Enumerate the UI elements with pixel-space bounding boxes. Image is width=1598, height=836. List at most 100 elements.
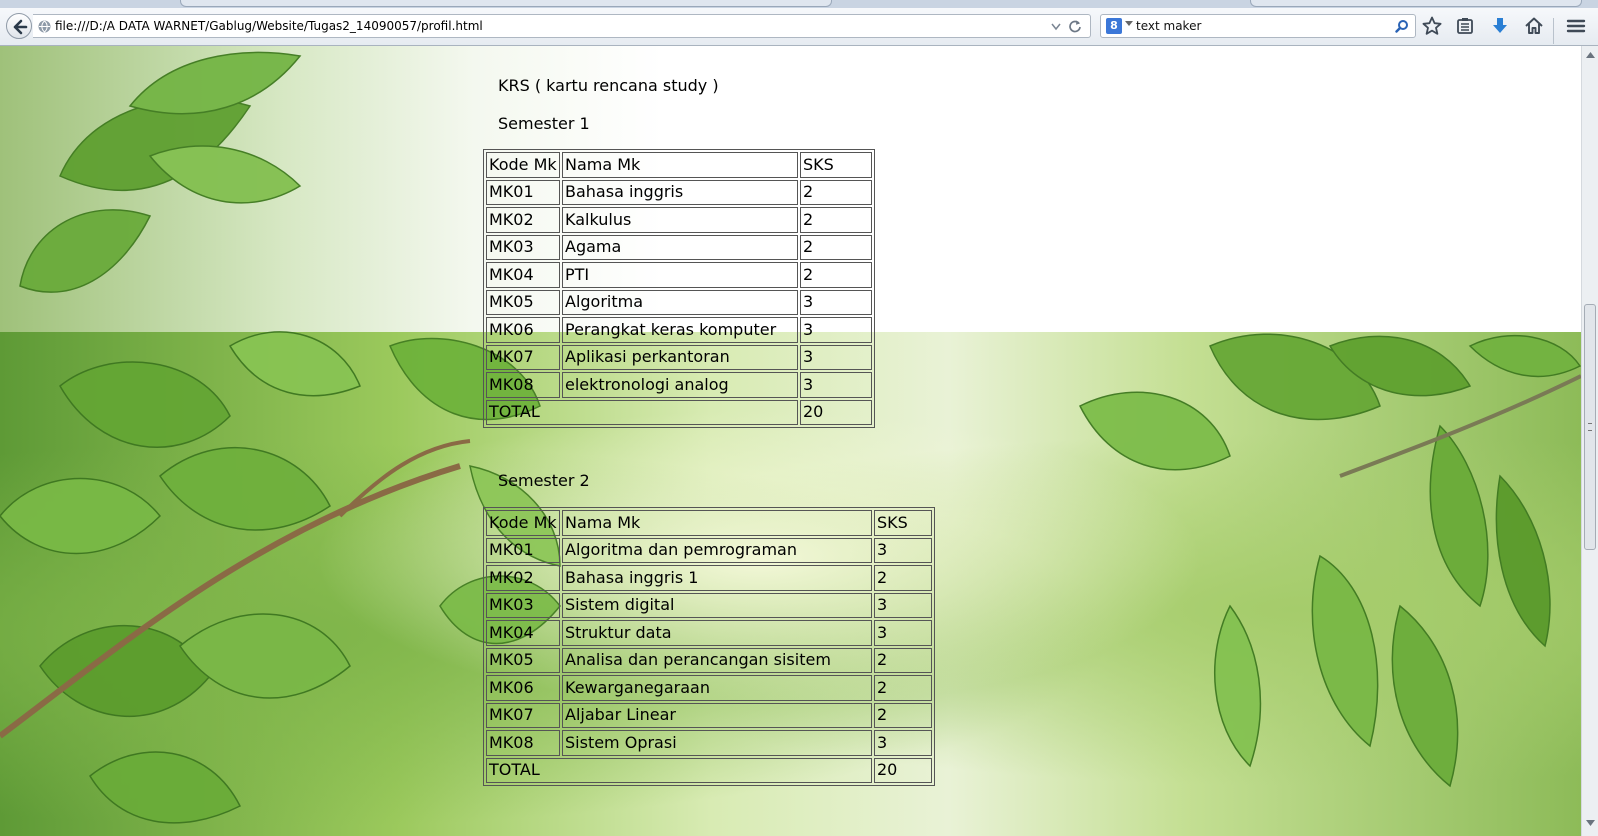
nama-cell: Sistem digital xyxy=(562,592,872,618)
column-header: SKS xyxy=(874,510,932,536)
bookmark-star-icon[interactable] xyxy=(1421,15,1443,37)
nama-cell: Kewarganegaraan xyxy=(562,675,872,701)
kode-cell: MK03 xyxy=(486,234,560,260)
sks-cell: 2 xyxy=(800,262,872,288)
nama-cell: Aplikasi perkantoran xyxy=(562,344,798,370)
column-header: Kode Mk xyxy=(486,152,560,178)
nama-cell: elektronologi analog xyxy=(562,372,798,398)
dropmarker-icon[interactable] xyxy=(1050,19,1062,33)
column-header: Nama Mk xyxy=(562,152,798,178)
site-identity-icon[interactable] xyxy=(38,20,51,33)
kode-cell: MK02 xyxy=(486,207,560,233)
nama-cell: Analisa dan perancangan sisitem xyxy=(562,647,872,673)
column-header: SKS xyxy=(800,152,872,178)
sks-cell: 3 xyxy=(800,289,872,315)
kode-cell: MK01 xyxy=(486,179,560,205)
kode-cell: MK05 xyxy=(486,289,560,315)
kode-cell: MK06 xyxy=(486,675,560,701)
nama-cell: Aljabar Linear xyxy=(562,702,872,728)
download-icon[interactable] xyxy=(1489,15,1511,37)
sks-cell: 3 xyxy=(874,537,932,563)
tab-strip xyxy=(0,0,1598,8)
navigation-toolbar: file:///D:/A DATA WARNET/Gablug/Website/… xyxy=(0,8,1598,46)
kode-cell: MK08 xyxy=(486,372,560,398)
search-engine-icon[interactable]: 8 xyxy=(1106,18,1122,34)
sks-cell: 2 xyxy=(874,565,932,591)
table-total-row: TOTAL 20 xyxy=(486,757,932,783)
url-bar[interactable]: file:///D:/A DATA WARNET/Gablug/Website/… xyxy=(33,14,1091,38)
tab[interactable] xyxy=(180,0,832,7)
nama-cell: Algoritma xyxy=(562,289,798,315)
kode-cell: MK08 xyxy=(486,730,560,756)
table-row: MK08 Sistem Oprasi 3 xyxy=(486,730,932,756)
sks-cell: 2 xyxy=(800,179,872,205)
table-row: MK07 Aljabar Linear 2 xyxy=(486,702,932,728)
sks-cell: 3 xyxy=(874,730,932,756)
table-row: MK01 Bahasa inggris 2 xyxy=(486,179,872,205)
table-row: MK06 Perangkat keras komputer 3 xyxy=(486,317,872,343)
kode-cell: MK02 xyxy=(486,565,560,591)
nama-cell: Agama xyxy=(562,234,798,260)
page-viewport: KRS ( kartu rencana study ) Semester 1 K… xyxy=(0,46,1581,836)
semester-2-table: Kode Mk Nama Mk SKS MK01 Algoritma dan pe… xyxy=(483,507,935,786)
kode-cell: MK04 xyxy=(486,262,560,288)
sks-cell: 2 xyxy=(800,207,872,233)
search-input[interactable]: text maker xyxy=(1136,18,1201,34)
scrollbar-grip xyxy=(1588,423,1592,431)
reload-icon[interactable] xyxy=(1068,19,1082,33)
sks-cell: 3 xyxy=(800,344,872,370)
sks-cell: 2 xyxy=(874,647,932,673)
search-go-icon[interactable] xyxy=(1395,19,1409,33)
table-row: MK06 Kewarganegaraan 2 xyxy=(486,675,932,701)
table-row: MK04 PTI 2 xyxy=(486,262,872,288)
table-header-row: Kode Mk Nama Mk SKS xyxy=(486,510,932,536)
url-text[interactable]: file:///D:/A DATA WARNET/Gablug/Website/… xyxy=(55,18,483,34)
scroll-down-arrow-icon[interactable] xyxy=(1586,820,1595,826)
table-row: MK02 Kalkulus 2 xyxy=(486,207,872,233)
kode-cell: MK03 xyxy=(486,592,560,618)
nama-cell: Bahasa inggris 1 xyxy=(562,565,872,591)
total-value: 20 xyxy=(874,757,932,783)
sks-cell: 2 xyxy=(874,675,932,701)
sks-cell: 2 xyxy=(800,234,872,260)
tab[interactable] xyxy=(1250,0,1582,7)
table-row: MK01 Algoritma dan pemrograman 3 xyxy=(486,537,932,563)
sks-cell: 3 xyxy=(874,592,932,618)
sks-cell: 3 xyxy=(800,372,872,398)
menu-icon[interactable] xyxy=(1565,15,1587,37)
kode-cell: MK07 xyxy=(486,702,560,728)
home-icon[interactable] xyxy=(1523,15,1545,37)
total-label: TOTAL xyxy=(486,757,872,783)
sks-cell: 3 xyxy=(800,317,872,343)
back-button[interactable] xyxy=(6,13,32,39)
table-row: MK02 Bahasa inggris 12 xyxy=(486,565,932,591)
scrollbar-thumb[interactable] xyxy=(1584,304,1596,550)
total-value: 20 xyxy=(800,399,872,425)
nama-cell: Algoritma dan pemrograman xyxy=(562,537,872,563)
nama-cell: Kalkulus xyxy=(562,207,798,233)
column-header: Nama Mk xyxy=(562,510,872,536)
column-header: Kode Mk xyxy=(486,510,560,536)
semester-2-heading: Semester 2 xyxy=(498,471,590,490)
kode-cell: MK05 xyxy=(486,647,560,673)
table-row: MK08 elektronologi analog 3 xyxy=(486,372,872,398)
nama-cell: PTI xyxy=(562,262,798,288)
sks-cell: 2 xyxy=(874,702,932,728)
kode-cell: MK07 xyxy=(486,344,560,370)
table-row: MK03 Agama 2 xyxy=(486,234,872,260)
search-bar[interactable]: 8 text maker xyxy=(1100,14,1416,38)
kode-cell: MK04 xyxy=(486,620,560,646)
total-label: TOTAL xyxy=(486,399,798,425)
semester-1-heading: Semester 1 xyxy=(498,114,590,133)
sks-cell: 3 xyxy=(874,620,932,646)
kode-cell: MK01 xyxy=(486,537,560,563)
table-total-row: TOTAL 20 xyxy=(486,399,872,425)
table-row: MK03 Sistem digital 3 xyxy=(486,592,932,618)
scroll-up-arrow-icon[interactable] xyxy=(1586,52,1595,58)
vertical-scrollbar[interactable] xyxy=(1581,46,1598,836)
table-row: MK05 Analisa dan perancangan sisitem 2 xyxy=(486,647,932,673)
chevron-down-icon[interactable] xyxy=(1125,21,1133,27)
back-arrow-icon xyxy=(13,19,28,35)
reading-list-icon[interactable] xyxy=(1454,15,1476,37)
table-row: MK07 Aplikasi perkantoran 3 xyxy=(486,344,872,370)
